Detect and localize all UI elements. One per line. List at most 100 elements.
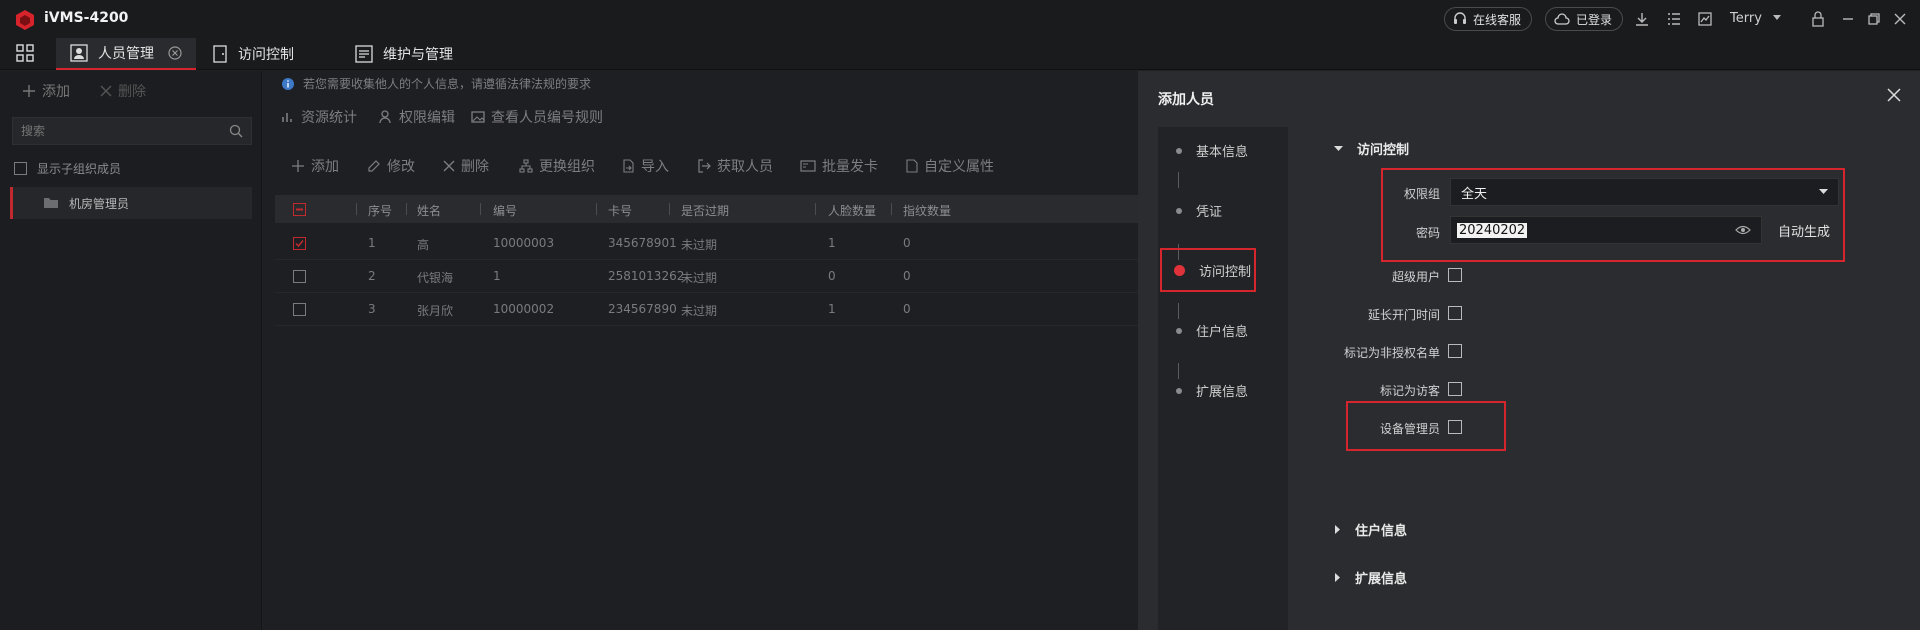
col-faces[interactable]: 人脸数量 (828, 202, 876, 219)
toolbar-label: 导入 (641, 159, 669, 175)
device-admin-checkbox[interactable] (1448, 420, 1462, 434)
plus-icon (22, 84, 36, 98)
app-title: iVMS-4200 (44, 10, 129, 26)
import-button[interactable]: 导入 (621, 156, 669, 176)
row-checkbox[interactable] (293, 237, 306, 250)
col-index[interactable]: 序号 (368, 202, 392, 219)
resource-statistics-link[interactable]: 资源统计 (281, 107, 357, 127)
import-icon (621, 159, 635, 173)
tab-maintenance[interactable]: 维护与管理 (355, 38, 453, 70)
step-resident-info[interactable]: 住户信息 (1176, 321, 1248, 340)
select-all-checkbox[interactable] (293, 203, 306, 216)
delete-org-button[interactable]: 删除 (100, 81, 146, 101)
permission-edit-link[interactable]: 权限编辑 (379, 107, 455, 127)
cell-expired: 未过期 (681, 271, 718, 285)
lock-icon[interactable] (1808, 9, 1828, 29)
section-title: 访问控制 (1357, 143, 1410, 158)
search-icon[interactable] (229, 124, 243, 138)
table-row[interactable]: 1 高 10000003 345678901 未过期 1 0 (275, 227, 1138, 260)
permission-group-select[interactable]: 全天 (1450, 178, 1839, 206)
login-status-button[interactable]: 已登录 (1545, 7, 1624, 31)
row-checkbox[interactable] (293, 270, 306, 283)
column-divider (815, 203, 816, 215)
modify-person-button[interactable]: 修改 (367, 156, 415, 176)
permission-group-label: 权限组 (1403, 187, 1440, 201)
show-sub-org-checkbox[interactable] (14, 162, 27, 175)
minimize-icon[interactable] (1838, 9, 1858, 29)
section-access-control-header[interactable]: 访问控制 (1334, 139, 1409, 158)
change-org-button[interactable]: 更换组织 (519, 156, 595, 176)
cell-name: 张月欣 (417, 304, 454, 318)
super-user-checkbox[interactable] (1448, 268, 1462, 282)
image-icon (471, 110, 485, 124)
tab-access-control[interactable]: 访问控制 (212, 38, 294, 70)
get-persons-button[interactable]: 获取人员 (697, 156, 773, 176)
step-extended-info[interactable]: 扩展信息 (1176, 381, 1248, 400)
visitor-checkbox[interactable] (1448, 382, 1462, 396)
tab-label: 访问控制 (238, 47, 294, 63)
restore-icon[interactable] (1864, 9, 1884, 29)
batch-issue-card-button[interactable]: 批量发卡 (800, 156, 878, 176)
maintenance-icon (355, 45, 373, 63)
col-card[interactable]: 卡号 (608, 202, 632, 219)
org-search-box[interactable] (12, 117, 252, 145)
blocklist-checkbox[interactable] (1448, 344, 1462, 358)
privacy-notice: 若您需要收集他人的个人信息，请遵循法律法规的要求 (281, 75, 591, 92)
password-input[interactable]: 20240202 (1450, 216, 1762, 244)
super-user-label: 超级用户 (1391, 270, 1440, 284)
add-person-button[interactable]: 添加 (291, 156, 339, 176)
toolbar-label: 修改 (387, 159, 415, 175)
col-name[interactable]: 姓名 (417, 202, 441, 219)
table-row[interactable]: 2 代银海 1 2581013262 未过期 0 0 (275, 260, 1138, 293)
cell-expired: 未过期 (681, 304, 718, 318)
show-sub-org-option[interactable]: 显示子组织成员 (14, 160, 121, 177)
row-checkbox[interactable] (293, 303, 306, 316)
step-credentials[interactable]: 凭证 (1176, 201, 1222, 220)
step-connector (1178, 172, 1179, 188)
person-list-area: 若您需要收集他人的个人信息，请遵循法律法规的要求 资源统计 权限编辑 查看人员编… (263, 71, 1138, 630)
section-resident-header[interactable]: 住户信息 (1334, 520, 1407, 539)
online-service-button[interactable]: 在线客服 (1444, 7, 1533, 31)
visitor-label: 标记为访客 (1379, 384, 1440, 398)
cell-id: 10000003 (493, 236, 555, 250)
org-tree-item[interactable]: 机房管理员 (10, 187, 252, 219)
cell-fingerprints: 0 (903, 302, 911, 316)
delete-person-button[interactable]: 删除 (443, 156, 489, 176)
add-person-dialog: 添加人员 基本信息 凭证 访问控制 住户信息 扩展信息 访问控制 权限组 全天 … (1138, 71, 1920, 630)
eye-icon[interactable] (1735, 225, 1751, 235)
card-icon (800, 160, 816, 172)
custom-attributes-button[interactable]: 自定义属性 (906, 156, 994, 176)
online-service-label: 在线客服 (1473, 12, 1522, 27)
download-icon[interactable] (1632, 9, 1652, 29)
username[interactable]: Terry (1730, 11, 1762, 26)
task-list-icon[interactable] (1664, 9, 1684, 29)
tab-close-icon[interactable] (168, 46, 182, 60)
col-fingerprints[interactable]: 指纹数量 (903, 202, 951, 219)
tab-person-management[interactable]: 人员管理 (56, 38, 196, 70)
extend-open-time-checkbox[interactable] (1448, 306, 1462, 320)
dialog-title: 添加人员 (1158, 92, 1214, 108)
highlight-box (1160, 248, 1256, 292)
org-search-input[interactable] (21, 124, 211, 138)
cell-index: 2 (368, 269, 376, 283)
statistics-icon[interactable] (1695, 9, 1715, 29)
info-icon (281, 77, 295, 91)
user-edit-icon (379, 110, 393, 124)
col-expired[interactable]: 是否过期 (681, 202, 729, 219)
app-logo-icon (14, 9, 36, 31)
auto-generate-button[interactable]: 自动生成 (1778, 221, 1830, 240)
cell-card: 345678901 (608, 236, 677, 250)
step-basic-info[interactable]: 基本信息 (1176, 141, 1248, 160)
col-id[interactable]: 编号 (493, 202, 517, 219)
add-org-button[interactable]: 添加 (22, 81, 70, 101)
close-window-icon[interactable] (1890, 9, 1910, 29)
tab-label: 人员管理 (98, 46, 154, 62)
table-row[interactable]: 3 张月欣 10000002 234567890 未过期 1 0 (275, 293, 1138, 326)
id-rule-link[interactable]: 查看人员编号规则 (471, 107, 603, 127)
user-dropdown-icon[interactable] (1772, 14, 1782, 22)
step-label: 扩展信息 (1196, 385, 1249, 400)
section-extended-header[interactable]: 扩展信息 (1334, 568, 1407, 587)
org-chart-icon (519, 159, 533, 173)
module-grid-icon[interactable] (16, 44, 34, 62)
dialog-close-icon[interactable] (1886, 87, 1902, 103)
